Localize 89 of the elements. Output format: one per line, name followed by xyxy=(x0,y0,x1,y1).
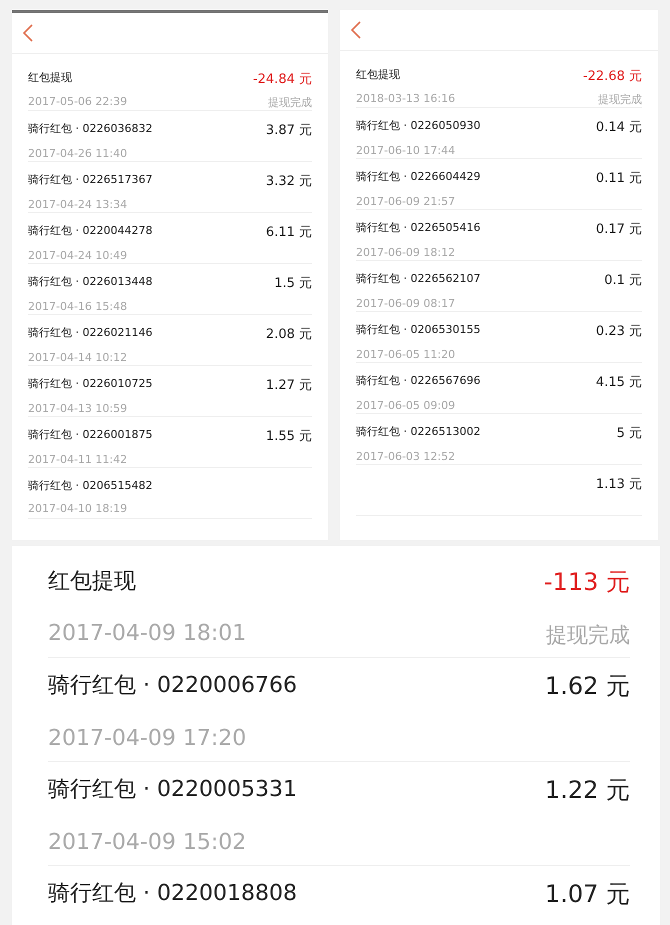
transaction-title: 骑行红包 · 0226604429 xyxy=(356,169,482,184)
transaction-title: 骑行红包 · 0206515482 xyxy=(28,478,154,493)
transaction-row[interactable]: 骑行红包 · 0226513002 5 元 2017-06-03 12:52 xyxy=(356,414,642,465)
transaction-time: 2017-06-09 08:17 xyxy=(356,296,456,310)
transaction-title: 骑行红包 · 0220005331 xyxy=(48,776,298,804)
transaction-amount: -113 元 xyxy=(544,567,630,598)
transaction-title: 骑行红包 · 0226567696 xyxy=(356,373,482,388)
transaction-amount: 3.32 元 xyxy=(266,173,312,190)
transaction-title: 骑行红包 · 0226001875 xyxy=(28,427,154,442)
transaction-time: 2017-04-09 15:02 xyxy=(48,830,248,855)
transaction-amount: 0.14 元 xyxy=(596,119,642,136)
transaction-amount: 5 元 xyxy=(616,425,642,442)
transaction-row[interactable]: 骑行红包 · 0226013448 1.5 元 2017-04-16 15:48 xyxy=(28,264,312,315)
transaction-title: 红包提现 xyxy=(28,70,73,85)
transaction-row[interactable]: 骑行红包 · 0220005331 1.22 元 2017-04-09 15:02 xyxy=(48,762,630,866)
transaction-row[interactable]: 骑行红包 · 0206515482 2017-04-10 18:19 xyxy=(28,468,312,519)
back-icon xyxy=(22,23,34,43)
transaction-title: 骑行红包 · 0226505416 xyxy=(356,220,482,235)
transaction-title: 骑行红包 · 0226050930 xyxy=(356,118,482,133)
transaction-time: 2017-06-10 17:44 xyxy=(356,144,456,156)
back-icon xyxy=(350,20,362,40)
transaction-amount: 2.08 元 xyxy=(266,326,312,343)
transaction-row[interactable]: 红包提现 -24.84 元 2017-05-06 22:39 提现完成 xyxy=(28,60,312,111)
transaction-title: 红包提现 xyxy=(48,568,137,596)
transaction-amount: 1.5 元 xyxy=(274,275,312,292)
transaction-amount: 0.1 元 xyxy=(604,272,642,289)
transaction-time: 2017-04-14 10:12 xyxy=(28,350,128,364)
transaction-row[interactable]: 骑行红包 · 0220018808 1.07 元 xyxy=(48,866,630,925)
transaction-time: 2017-05-06 22:39 xyxy=(28,94,128,108)
transaction-amount: 6.11 元 xyxy=(266,224,312,241)
transaction-row[interactable]: 骑行红包 · 0226517367 3.32 元 2017-04-24 13:34 xyxy=(28,162,312,213)
transaction-status: 提现完成 xyxy=(597,92,642,106)
transaction-time: 2017-04-10 18:19 xyxy=(28,502,128,515)
transaction-time: 2017-04-16 15:48 xyxy=(28,300,128,312)
transaction-title: 骑行红包 · 0226562107 xyxy=(356,271,482,286)
transaction-amount: 1.13 元 xyxy=(596,476,642,493)
transaction-amount: -22.68 元 xyxy=(582,68,642,85)
transaction-amount: -24.84 元 xyxy=(252,71,312,88)
transaction-row[interactable]: 骑行红包 · 0226562107 0.1 元 2017-06-09 08:17 xyxy=(356,261,642,312)
transaction-time: 2017-04-24 10:49 xyxy=(28,248,128,262)
transaction-status: 提现完成 xyxy=(545,622,630,648)
transaction-time: 2017-04-09 18:01 xyxy=(48,620,248,646)
transaction-row[interactable]: 骑行红包 · 0226010725 1.27 元 2017-04-13 10:59 xyxy=(28,366,312,417)
transaction-title: 骑行红包 · 0226517367 xyxy=(28,172,154,187)
transaction-title: 骑行红包 · 0220006766 xyxy=(48,672,298,700)
transaction-row[interactable]: 骑行红包 · 0220044278 6.11 元 2017-04-24 10:49 xyxy=(28,213,312,264)
transaction-time: 2017-06-09 21:57 xyxy=(356,194,456,208)
transaction-amount: 1.55 元 xyxy=(266,428,312,445)
transaction-title: 骑行红包 · 0226036832 xyxy=(28,121,154,136)
transaction-amount: 0.11 元 xyxy=(596,170,642,187)
transaction-status: 提现完成 xyxy=(267,94,312,110)
transaction-title: 骑行红包 · 0226013448 xyxy=(28,274,154,289)
transaction-row[interactable]: 骑行红包 · 0226036832 3.87 元 2017-04-26 11:40 xyxy=(28,111,312,162)
transaction-amount: 4.15 元 xyxy=(596,374,642,391)
transaction-row[interactable]: 骑行红包 · 0206530155 0.23 元 2017-06-05 11:20 xyxy=(356,312,642,363)
transaction-title: 骑行红包 · 0226010725 xyxy=(28,376,154,391)
transaction-amount: 0.17 元 xyxy=(596,221,642,238)
transaction-time: 2017-04-24 13:34 xyxy=(28,198,128,210)
transaction-row[interactable]: 骑行红包 · 0226604429 0.11 元 2017-06-09 21:57 xyxy=(356,159,642,210)
transaction-row[interactable]: 骑行红包 · 0220006766 1.62 元 2017-04-09 17:20 xyxy=(48,658,630,762)
transaction-amount: 1.07 元 xyxy=(544,879,630,910)
transaction-row[interactable]: 骑行红包 · 0226001875 1.55 元 2017-04-11 11:42 xyxy=(28,417,312,468)
transaction-title: 骑行红包 · 0206530155 xyxy=(356,322,482,337)
transaction-row[interactable]: 红包提现 -113 元 2017-04-09 18:01 提现完成 xyxy=(48,554,630,658)
transaction-title: 骑行红包 · 0226021146 xyxy=(28,325,154,340)
transaction-title: 骑行红包 · 0220018808 xyxy=(48,880,298,908)
transaction-row[interactable]: 骑行红包 · 0226505416 0.17 元 2017-06-09 18:12 xyxy=(356,210,642,261)
transaction-amount: 3.87 元 xyxy=(266,122,312,139)
transaction-time: 2018-03-13 16:16 xyxy=(356,92,456,104)
transaction-time: 2017-04-26 11:40 xyxy=(28,146,128,160)
transaction-row[interactable]: 骑行红包 · 0226050930 0.14 元 2017-06-10 17:44 xyxy=(356,108,642,159)
transaction-time: 2017-06-05 09:09 xyxy=(356,398,456,412)
transaction-row[interactable]: 红包提现 -22.68 元 2018-03-13 16:16 提现完成 xyxy=(356,57,642,108)
transaction-time: 2017-04-11 11:42 xyxy=(28,452,128,466)
transaction-time: 2017-06-03 12:52 xyxy=(356,450,456,462)
transaction-time: 2017-04-09 17:20 xyxy=(48,726,248,751)
transaction-time: 2017-04-13 10:59 xyxy=(28,402,128,414)
transaction-time: 2017-06-09 18:12 xyxy=(356,246,456,258)
transaction-row[interactable]: 1.13 元 xyxy=(356,465,642,516)
transaction-time: 2017-06-05 11:20 xyxy=(356,348,456,360)
transaction-row[interactable]: 骑行红包 · 0226567696 4.15 元 2017-06-05 09:09 xyxy=(356,363,642,414)
transaction-amount: 1.62 元 xyxy=(544,671,630,702)
transaction-amount: 0.23 元 xyxy=(596,323,642,340)
transaction-title: 骑行红包 · 0220044278 xyxy=(28,223,154,238)
transaction-row[interactable]: 骑行红包 · 0226021146 2.08 元 2017-04-14 10:12 xyxy=(28,315,312,366)
transaction-amount: 1.27 元 xyxy=(266,377,312,394)
transaction-title: 骑行红包 · 0226513002 xyxy=(356,424,482,439)
transaction-title: 红包提现 xyxy=(356,67,401,82)
transaction-amount: 1.22 元 xyxy=(544,775,630,806)
